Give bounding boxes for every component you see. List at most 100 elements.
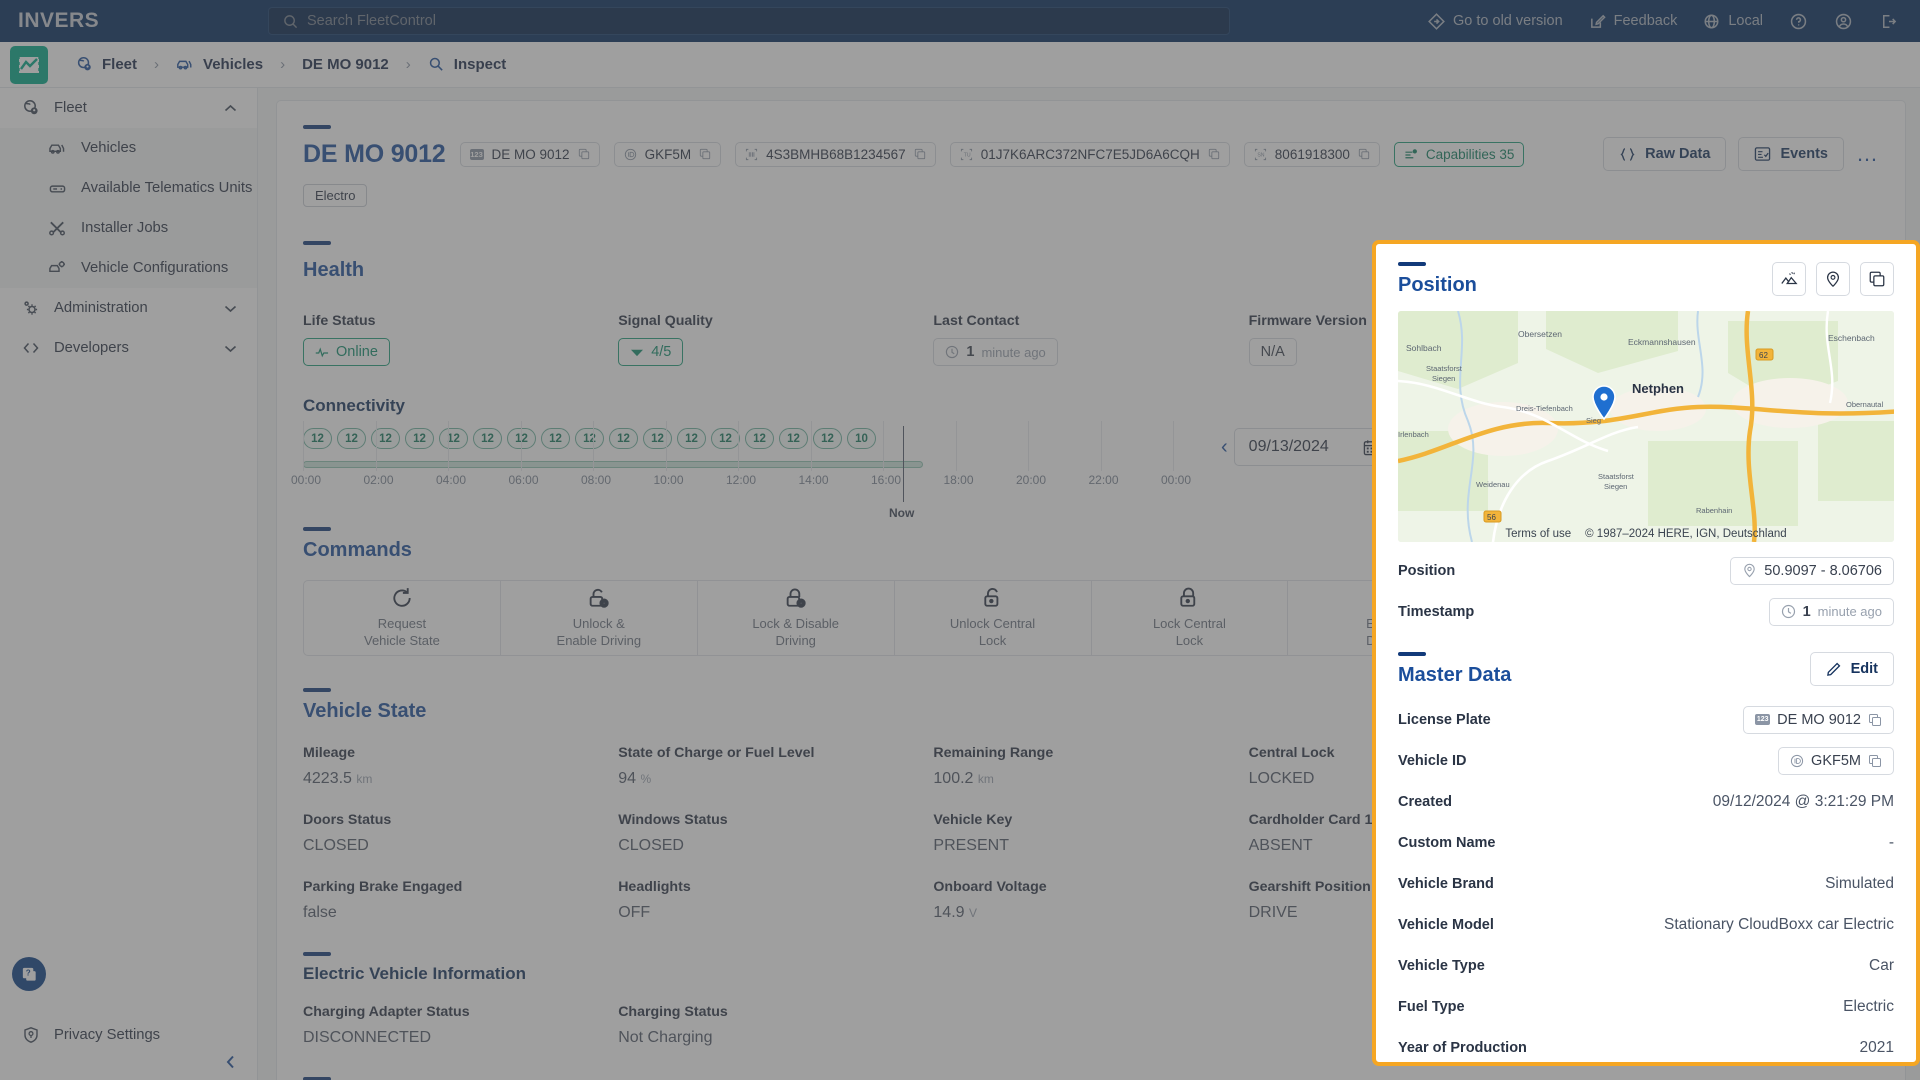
position-map[interactable]: 62 56 Sohlbach Obersetzen Eckmannshausen… (1398, 311, 1894, 542)
axis-tick-label: 08:00 (581, 473, 612, 487)
master-data-value-badge[interactable]: GKF5M (1778, 746, 1894, 775)
connectivity-bubble[interactable]: 12 (575, 428, 604, 449)
help-button[interactable] (1789, 12, 1808, 31)
breadcrumb-item-vehicles[interactable]: Vehicles (176, 56, 263, 73)
events-label: Events (1780, 146, 1828, 162)
state-field: Doors Status CLOSED (303, 812, 618, 855)
chip-license-plate[interactable]: 123 DE MO 9012 (459, 141, 600, 167)
privacy-settings-label: Privacy Settings (54, 1027, 161, 1043)
raw-data-button[interactable]: Raw Data (1603, 137, 1727, 171)
map-terms-link[interactable]: Terms of use (1505, 528, 1571, 540)
chip-vin[interactable]: 4S3BMHB68B1234567 (735, 141, 936, 167)
go-to-old-version-label: Go to old version (1453, 13, 1563, 29)
connectivity-bubble[interactable]: 12 (609, 428, 638, 449)
sidebar-group-developers[interactable]: Developers (0, 328, 257, 368)
field-unit: % (640, 772, 652, 786)
master-data-value: - (1888, 833, 1894, 851)
connectivity-bubble[interactable]: 10 (847, 428, 876, 449)
axis-tick-label: 10:00 (653, 473, 684, 487)
map-style-icon[interactable] (1772, 262, 1806, 296)
copy-icon[interactable] (1868, 754, 1882, 768)
events-button[interactable]: Events (1738, 137, 1844, 171)
center-marker-icon[interactable] (1816, 262, 1850, 296)
command-label: Lock Central Lock (1152, 616, 1226, 648)
locale-button[interactable]: Local (1703, 13, 1763, 30)
help-widget-button[interactable]: ? (12, 957, 46, 991)
sidebar-item-vehicles[interactable]: Vehicles (0, 128, 257, 168)
vehicle-config-icon (49, 260, 66, 273)
copy-icon[interactable] (1208, 148, 1220, 160)
breadcrumb-item-vehicle-id[interactable]: DE MO 9012 (302, 56, 389, 73)
connectivity-bubble[interactable]: 12 (745, 428, 774, 449)
logout-button[interactable] (1879, 12, 1898, 31)
vin-icon (746, 148, 758, 160)
sidebar-item-installer-jobs[interactable]: Installer Jobs (0, 208, 257, 248)
copy-icon[interactable] (914, 148, 926, 160)
account-button[interactable] (1834, 12, 1853, 31)
command-button[interactable]: Lock & Disable Driving (698, 581, 895, 655)
refresh-icon (393, 588, 411, 607)
field-label: Vehicle Key (933, 812, 1013, 828)
top-bar: INVERS Search FleetControl Go to old ver… (0, 0, 1920, 42)
position-value-box[interactable]: 50.9097 - 8.06706 (1730, 556, 1894, 585)
command-button[interactable]: Lock Central Lock (1092, 581, 1289, 655)
telematics-unit-icon (49, 184, 66, 193)
connectivity-bubble[interactable]: 12 (337, 428, 366, 449)
firmware-version-value: N/A (1260, 344, 1285, 360)
svg-text:Irlenbach: Irlenbach (1398, 430, 1429, 439)
command-label: Unlock & Enable Driving (556, 616, 642, 648)
axis-gridline (520, 421, 522, 471)
master-data-value-badge[interactable]: 123 DE MO 9012 (1743, 705, 1894, 734)
copy-icon[interactable] (1358, 148, 1370, 160)
app-logo[interactable] (10, 45, 48, 84)
master-data-rows: License Plate 123 DE MO 9012 Vehicle ID GKF5… (1398, 699, 1894, 1062)
breadcrumb-item-fleet[interactable]: Fleet (76, 56, 137, 73)
command-button[interactable]: Unlock & Enable Driving (501, 581, 698, 655)
connectivity-bubble[interactable]: 12 (643, 428, 672, 449)
connectivity-bubble[interactable]: 12 (677, 428, 706, 449)
chip-serial-number[interactable]: SN 8061918300 (1243, 141, 1380, 167)
connectivity-bubble[interactable]: 12 (507, 428, 536, 449)
go-to-old-version-button[interactable]: Go to old version (1428, 12, 1563, 30)
svg-text:SN: SN (1257, 152, 1264, 158)
connectivity-bubble[interactable]: 12 (711, 428, 740, 449)
connectivity-bubble[interactable]: 12 (303, 428, 332, 449)
sidebar-item-privacy-settings[interactable]: Privacy Settings (0, 1026, 257, 1044)
health-field-signal-quality: Signal Quality 4/5 (618, 313, 933, 366)
sidebar-group-fleet[interactable]: Fleet (0, 88, 257, 128)
copy-icon[interactable] (699, 148, 711, 160)
invers-logo: INVERS (18, 9, 100, 32)
location-pin-icon (1744, 563, 1756, 578)
sidebar-item-vehicle-configurations[interactable]: Vehicle Configurations (0, 248, 257, 288)
global-search-input[interactable]: Search FleetControl (268, 7, 1230, 35)
connectivity-bubble[interactable]: 12 (813, 428, 842, 449)
more-actions-button[interactable]: … (1856, 143, 1879, 165)
breadcrumb-item-inspect[interactable]: Inspect (428, 56, 506, 73)
sidebar-group-label: Developers (54, 340, 129, 356)
copy-icon[interactable] (1868, 713, 1882, 727)
master-data-row: Vehicle ID GKF5M (1398, 740, 1894, 781)
copy-icon[interactable] (1860, 262, 1894, 296)
chip-capabilities[interactable]: Capabilities 35 (1393, 141, 1525, 167)
command-button[interactable]: Unlock Central Lock (895, 581, 1092, 655)
command-button[interactable]: Request Vehicle State (304, 581, 501, 655)
chip-tu-id[interactable]: TU 01J7K6ARC372NFC7E5JD6A6CQH (949, 141, 1230, 167)
copy-icon[interactable] (578, 148, 590, 160)
connectivity-bubble[interactable]: 12 (779, 428, 808, 449)
connectivity-bubble[interactable]: 12 (439, 428, 468, 449)
sidebar-item-available-telematics-units[interactable]: Available Telematics Units (0, 168, 257, 208)
feedback-button[interactable]: Feedback (1589, 13, 1677, 30)
date-input[interactable]: 09/13/2024 (1233, 428, 1395, 466)
signal-quality-badge: 4/5 (618, 338, 684, 366)
connectivity-bubble[interactable]: 12 (405, 428, 434, 449)
prev-day-button[interactable]: ‹ (1221, 436, 1228, 459)
position-coordinates: 50.9097 - 8.06706 (1730, 556, 1894, 585)
sidebar-collapse-button[interactable] (223, 1054, 239, 1075)
field-value: Not Charging (618, 1029, 713, 1046)
connectivity-bubble[interactable]: 12 (541, 428, 570, 449)
edit-master-data-button[interactable]: Edit (1809, 652, 1894, 686)
axis-gridline (1100, 421, 1102, 471)
chip-vehicle-id[interactable]: GKF5M (613, 141, 722, 167)
connectivity-bubble[interactable]: 12 (473, 428, 502, 449)
sidebar-group-administration[interactable]: Administration (0, 288, 257, 328)
